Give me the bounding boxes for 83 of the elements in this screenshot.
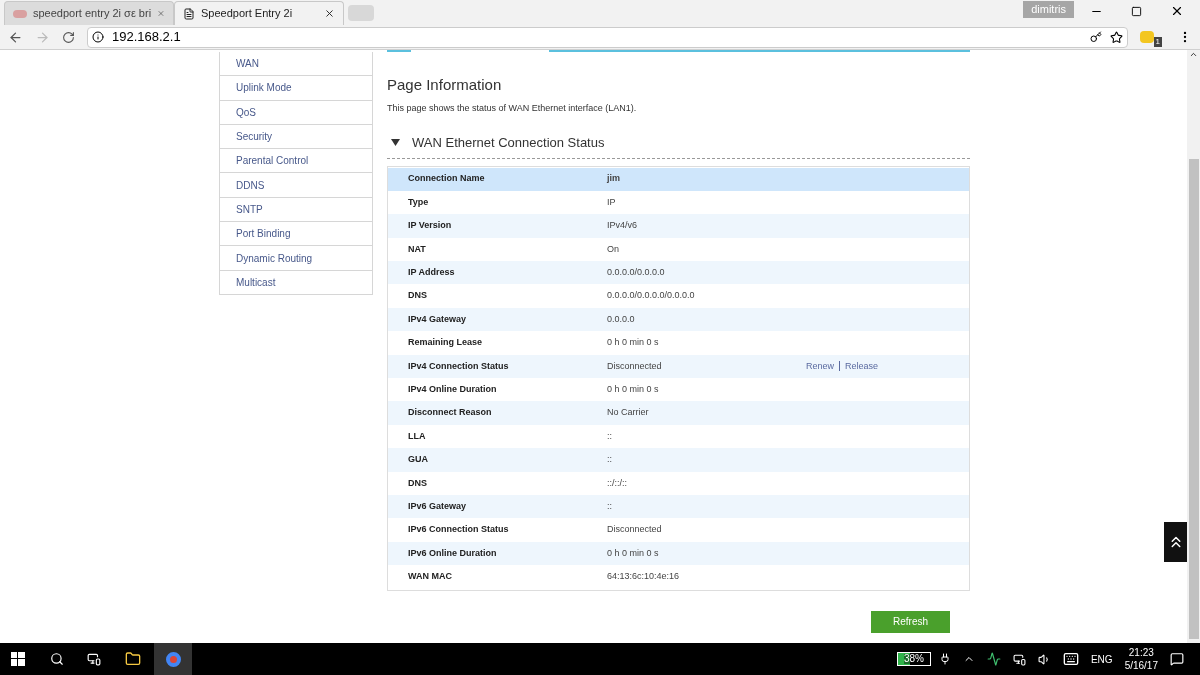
row-label: DNS [407,476,428,490]
action-link[interactable]: Renew [806,359,834,374]
plug-icon [938,653,951,665]
close-icon[interactable] [324,8,335,19]
key-icon[interactable] [1089,31,1102,43]
scrollbar[interactable] [1187,50,1200,643]
row-value: IP [607,195,617,209]
collapse-triangle-icon[interactable] [391,138,400,148]
row-value: 0 h 0 min 0 s [607,546,660,560]
section-title: WAN Ethernet Connection Status [412,134,605,152]
row-value: :: [607,453,613,467]
row-label: NAT [407,242,427,256]
row-label: IP Version [407,219,453,233]
favicon-icon [13,9,27,18]
volume-icon[interactable] [1037,652,1051,666]
row-label: IPv4 Connection Status [407,359,510,373]
battery-reading: 38% [903,654,924,664]
row-value: No Carrier [607,406,650,420]
sidebar-item[interactable]: Dynamic Routing [219,246,373,271]
row-label: LLA [407,429,427,443]
info-icon [92,31,104,43]
row-label: Connection Name [407,172,486,186]
sidebar-item[interactable]: Parental Control [219,149,373,174]
row-value: jim [607,172,621,186]
row-label: Disconnect Reason [407,406,493,420]
row-value: :: [607,499,613,513]
back-icon[interactable] [8,29,23,45]
row-label: WAN MAC [407,570,453,584]
row-value: 0 h 0 min 0 s [607,336,660,350]
row-value: On [607,242,620,256]
row-value: Disconnected [607,523,663,537]
row-label: IP Address [407,266,456,279]
row-value: 0 h 0 min 0 s [607,382,660,396]
page-icon [183,7,195,20]
tab-title: Speedport Entry 2i [201,6,294,22]
language-indicator[interactable]: ENG [1090,651,1113,667]
sidebar-item[interactable]: DDNS [219,173,373,198]
row-label: GUA [407,453,429,467]
page-title: Page Information [387,75,503,95]
row-label: Type [407,195,430,209]
row-value: ::/::/:: [607,476,628,490]
row-label: Remaining Lease [407,336,484,350]
row-value: 64:13:6c:10:4e:16 [607,570,681,584]
row-label: IPv4 Gateway [407,312,468,326]
sidebar-item[interactable]: Multicast [219,270,373,295]
clock-date[interactable]: 5/16/17 [1124,659,1158,672]
star-icon[interactable] [1109,30,1123,44]
row-label: IPv6 Gateway [407,499,468,513]
browser-tab[interactable]: speedport entry 2i σε bri [4,1,174,25]
row-label: IPv6 Connection Status [407,523,510,537]
row-value: :: [607,429,613,443]
extension-badge: 1 [1153,37,1162,47]
sidebar-item[interactable]: WAN [219,52,373,77]
scroll-to-top-button[interactable] [1164,522,1187,562]
sidebar-item[interactable]: Security [219,124,373,150]
sidebar-item[interactable]: SNTP [219,197,373,223]
search-icon[interactable] [50,652,64,666]
row-label: IPv4 Online Duration [407,382,498,396]
row-label: DNS [407,289,428,303]
sidebar-item[interactable]: QoS [219,100,373,125]
tab-title: speedport entry 2i σε bri [33,6,152,22]
reload-icon[interactable] [62,30,75,44]
row-value: 0.0.0.0/0.0.0.0 [607,266,666,279]
close-icon[interactable] [1170,4,1184,18]
row-value: Disconnected [607,359,663,373]
browser-tab[interactable]: Speedport Entry 2i [174,1,344,25]
notification-icon[interactable] [1170,652,1184,666]
maximize-icon[interactable] [1131,5,1142,17]
row-value: 0.0.0.0 [607,312,636,326]
sidebar-item[interactable]: Port Binding [219,222,373,247]
page-description: This page shows the status of WAN Ethernet interface (LAN1). [387,101,638,115]
row-value: 0.0.0.0/0.0.0.0/0.0.0.0 [607,289,696,303]
row-label: IPv6 Online Duration [407,546,498,560]
browser-taskbar-icon[interactable] [154,643,192,675]
keyboard-icon[interactable] [1062,651,1079,667]
address-bar[interactable]: 192.168.2.1 [87,26,1128,48]
sidebar-item[interactable]: Uplink Mode [219,76,373,101]
folder-icon[interactable] [125,651,141,667]
action-link[interactable]: Release [845,359,879,374]
scroll-up-icon[interactable] [1189,50,1198,59]
row-value: IPv4/v6 [607,219,638,233]
clock-time[interactable]: 21:23 [1128,646,1154,659]
activity-icon[interactable] [986,652,1001,666]
